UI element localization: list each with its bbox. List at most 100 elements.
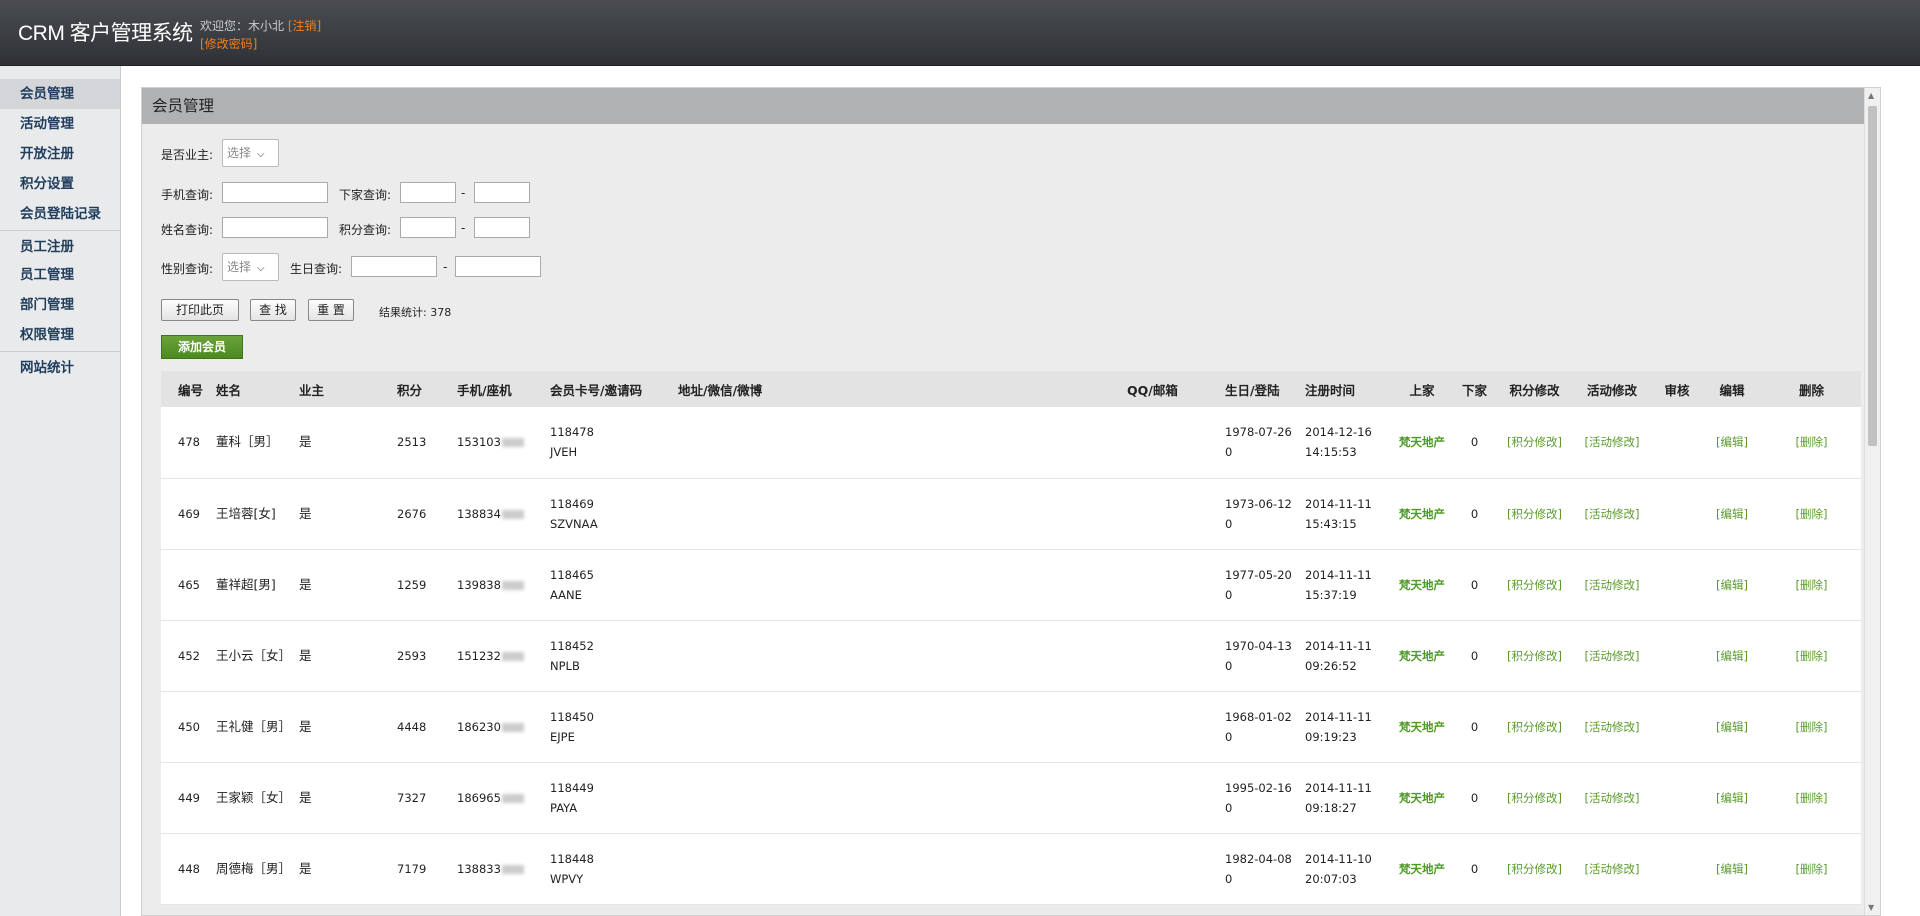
activity-edit-link[interactable]: [活动修改]	[1585, 649, 1640, 663]
activity-edit-link[interactable]: [活动修改]	[1585, 507, 1640, 521]
birthday-from-input[interactable]	[351, 256, 437, 277]
edit-link[interactable]: [编辑]	[1716, 862, 1748, 876]
member-login-count: 0	[1225, 445, 1233, 460]
upline-link[interactable]: 梵天地产	[1399, 862, 1445, 876]
delete-link[interactable]: [删除]	[1796, 720, 1828, 734]
sidebar-item-activity-management[interactable]: 活动管理	[0, 109, 120, 139]
points-edit-link[interactable]: [积分修改]	[1507, 862, 1562, 876]
col-header: 业主	[299, 382, 325, 398]
activity-edit-link[interactable]: [活动修改]	[1585, 720, 1640, 734]
birthday-to-input[interactable]	[455, 256, 541, 277]
add-member-button[interactable]: 添加会员	[161, 335, 243, 359]
member-reg-clock: 09:18:27	[1305, 800, 1357, 815]
activity-edit-link[interactable]: [活动修改]	[1585, 862, 1640, 876]
activity-edit-link[interactable]: [活动修改]	[1585, 791, 1640, 805]
member-address	[670, 620, 1127, 691]
delete-link[interactable]: [删除]	[1796, 507, 1828, 521]
col-header: 编辑	[1719, 382, 1745, 398]
welcome-text: 欢迎您：木小北	[200, 19, 285, 33]
member-points: 7179	[397, 861, 427, 876]
vertical-scrollbar[interactable]: ▲ ▼	[1864, 88, 1880, 915]
upline-link[interactable]: 梵天地产	[1399, 578, 1445, 592]
sidebar-item-department-management[interactable]: 部门管理	[0, 290, 120, 320]
member-qq-email	[1127, 478, 1217, 549]
member-login-count: 0	[1225, 658, 1233, 673]
scroll-up-icon[interactable]: ▲	[1868, 91, 1874, 100]
delete-link[interactable]: [删除]	[1796, 578, 1828, 592]
member-phone: 186965	[449, 762, 539, 833]
gender-select[interactable]: 选择 ⌵	[222, 253, 279, 281]
points-edit-link[interactable]: [积分修改]	[1507, 435, 1562, 449]
search-button[interactable]: 查 找	[250, 299, 296, 321]
points-to-input[interactable]	[474, 217, 530, 238]
scroll-thumb[interactable]	[1868, 106, 1877, 446]
sidebar-item-points-settings[interactable]: 积分设置	[0, 169, 120, 199]
upline-link[interactable]: 梵天地产	[1399, 791, 1445, 805]
member-birthday: 1995-02-16 0	[1217, 762, 1297, 833]
edit-cell: [编辑]	[1702, 478, 1762, 549]
redacted-blur	[501, 864, 524, 874]
edit-link[interactable]: [编辑]	[1716, 791, 1748, 805]
points-from-input[interactable]	[400, 217, 456, 238]
member-phone: 138834	[449, 478, 539, 549]
logout-link[interactable]: [注销]	[288, 19, 321, 33]
member-birthday-date: 1968-01-02	[1225, 709, 1292, 724]
member-downline: 0	[1470, 506, 1479, 521]
col-header: 活动修改	[1586, 382, 1637, 398]
member-owner: 是	[299, 860, 312, 876]
edit-link[interactable]: [编辑]	[1716, 435, 1748, 449]
print-button[interactable]: 打印此页	[161, 299, 239, 321]
member-card: 118465 AANE	[539, 549, 670, 620]
sidebar-item-staff-registration[interactable]: 员工注册	[0, 230, 120, 260]
edit-link[interactable]: [编辑]	[1716, 720, 1748, 734]
member-address	[670, 691, 1127, 762]
points-edit-link[interactable]: [积分修改]	[1507, 507, 1562, 521]
scroll-down-icon[interactable]: ▼	[1868, 903, 1874, 912]
member-phone-visible: 139838	[457, 577, 501, 592]
sidebar-item-staff-management[interactable]: 员工管理	[0, 260, 120, 290]
redacted-blur	[501, 722, 524, 732]
phone-input[interactable]	[222, 182, 328, 203]
delete-link[interactable]: [删除]	[1796, 791, 1828, 805]
member-birthday: 1970-04-13 0	[1217, 620, 1297, 691]
owner-select[interactable]: 选择 ⌵	[222, 139, 279, 167]
sidebar-item-site-statistics[interactable]: 网站统计	[0, 351, 120, 381]
range-dash: -	[461, 186, 466, 200]
points-edit-cell: [积分修改]	[1497, 762, 1572, 833]
member-card-number: 118469	[550, 496, 594, 511]
activity-edit-link[interactable]: [活动修改]	[1585, 435, 1640, 449]
reset-button[interactable]: 重 置	[308, 299, 354, 321]
edit-link[interactable]: [编辑]	[1716, 578, 1748, 592]
points-edit-link[interactable]: [积分修改]	[1507, 578, 1562, 592]
delete-link[interactable]: [删除]	[1796, 649, 1828, 663]
upline-link[interactable]: 梵天地产	[1399, 435, 1445, 449]
member-address	[670, 407, 1127, 478]
edit-link[interactable]: [编辑]	[1716, 649, 1748, 663]
change-password-link[interactable]: [修改密码]	[200, 37, 257, 51]
points-edit-link[interactable]: [积分修改]	[1507, 720, 1562, 734]
delete-link[interactable]: [删除]	[1796, 862, 1828, 876]
downline-to-input[interactable]	[474, 182, 530, 203]
member-reg-clock: 15:43:15	[1305, 516, 1357, 531]
sidebar-item-member-login-log[interactable]: 会员登陆记录	[0, 199, 120, 229]
member-card: 118450 EJPE	[539, 691, 670, 762]
downline-from-input[interactable]	[400, 182, 456, 203]
points-edit-link[interactable]: [积分修改]	[1507, 649, 1562, 663]
member-downline: 0	[1470, 719, 1479, 734]
sidebar-item-permission-management[interactable]: 权限管理	[0, 320, 120, 350]
range-dash: -	[461, 221, 466, 235]
sidebar-item-member-management[interactable]: 会员管理	[0, 79, 120, 109]
upline-link[interactable]: 梵天地产	[1399, 507, 1445, 521]
main-panel: 会员管理 是否业主: 选择 ⌵ 手机查询: 下家查询: - 姓名查询: 积分查询:…	[141, 87, 1881, 916]
member-card: 118478 JVEH	[539, 407, 670, 478]
sidebar-item-open-registration[interactable]: 开放注册	[0, 139, 120, 169]
delete-link[interactable]: [删除]	[1796, 435, 1828, 449]
points-edit-link[interactable]: [积分修改]	[1507, 791, 1562, 805]
member-upline: 梵天地产	[1392, 691, 1452, 762]
member-reg-date: 2014-11-11	[1305, 638, 1372, 653]
edit-link[interactable]: [编辑]	[1716, 507, 1748, 521]
activity-edit-link[interactable]: [活动修改]	[1585, 578, 1640, 592]
upline-link[interactable]: 梵天地产	[1399, 720, 1445, 734]
upline-link[interactable]: 梵天地产	[1399, 649, 1445, 663]
name-input[interactable]	[222, 217, 328, 238]
